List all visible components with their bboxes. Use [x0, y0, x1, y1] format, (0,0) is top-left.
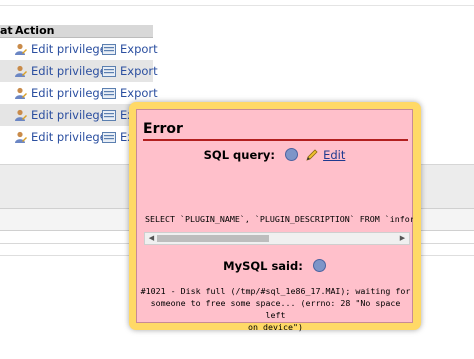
mysql-said-label: MySQL said:	[223, 259, 303, 273]
sql-query-code: SELECT `PLUGIN_NAME`, `PLUGIN_DESCRIPTIO…	[145, 214, 413, 224]
error-title: Error	[143, 121, 183, 137]
error-dialog: Error SQL query: Edit SELECT `PLUGIN_NAM…	[129, 102, 421, 332]
scroll-right-icon[interactable]: ▶	[397, 233, 408, 244]
table-header: at Action	[0, 25, 153, 38]
scroll-left-icon[interactable]: ◀	[146, 233, 157, 244]
error-message-line: someone to free some space... (errno: 28…	[150, 298, 401, 320]
user-edit-icon[interactable]	[14, 43, 27, 55]
error-message-line: #1021 - Disk full (/tmp/#sql_1e86_17.MAI…	[140, 286, 411, 296]
sql-query-label: SQL query:	[203, 148, 276, 162]
table-row: Edit privileges Export	[0, 60, 158, 82]
scrollbar-thumb[interactable]	[157, 235, 269, 242]
help-icon[interactable]	[285, 148, 299, 161]
edit-privileges-link[interactable]: Edit privileges	[31, 38, 113, 60]
edit-privileges-link[interactable]: Edit privileges	[31, 60, 113, 82]
top-bar	[0, 0, 474, 24]
help-icon[interactable]	[312, 259, 326, 272]
export-link[interactable]: Export	[120, 38, 158, 60]
pencil-icon[interactable]	[306, 148, 318, 161]
table-row: Edit privileges Export	[0, 38, 158, 60]
export-icon[interactable]	[102, 66, 116, 77]
error-message-line: on device")	[248, 322, 303, 332]
divider	[0, 5, 474, 6]
error-message: #1021 - Disk full (/tmp/#sql_1e86_17.MAI…	[139, 285, 412, 333]
column-header-action: Action	[15, 24, 55, 37]
sql-query-row: SQL query: Edit	[137, 148, 412, 162]
export-icon[interactable]	[102, 88, 116, 99]
table-row: Edit privileges Export	[0, 82, 158, 104]
edit-privileges-link[interactable]: Edit privileges	[31, 104, 113, 126]
edit-privileges-link[interactable]: Edit privileges	[31, 82, 113, 104]
title-rule	[143, 139, 408, 141]
export-link[interactable]: Export	[120, 82, 158, 104]
user-edit-icon[interactable]	[14, 109, 27, 121]
horizontal-scrollbar[interactable]: ◀ ▶	[144, 232, 410, 245]
edit-privileges-link[interactable]: Edit privileges	[31, 126, 113, 148]
error-dialog-body: Error SQL query: Edit SELECT `PLUGIN_NAM…	[136, 109, 413, 332]
export-icon[interactable]	[102, 44, 116, 55]
export-link[interactable]: Export	[120, 60, 158, 82]
export-icon[interactable]	[102, 132, 116, 143]
mysql-said-row: MySQL said:	[137, 259, 412, 273]
edit-query-link[interactable]: Edit	[323, 148, 345, 162]
export-icon[interactable]	[102, 110, 116, 121]
user-edit-icon[interactable]	[14, 65, 27, 77]
column-header-partial: at	[0, 24, 13, 37]
user-edit-icon[interactable]	[14, 87, 27, 99]
user-edit-icon[interactable]	[14, 131, 27, 143]
